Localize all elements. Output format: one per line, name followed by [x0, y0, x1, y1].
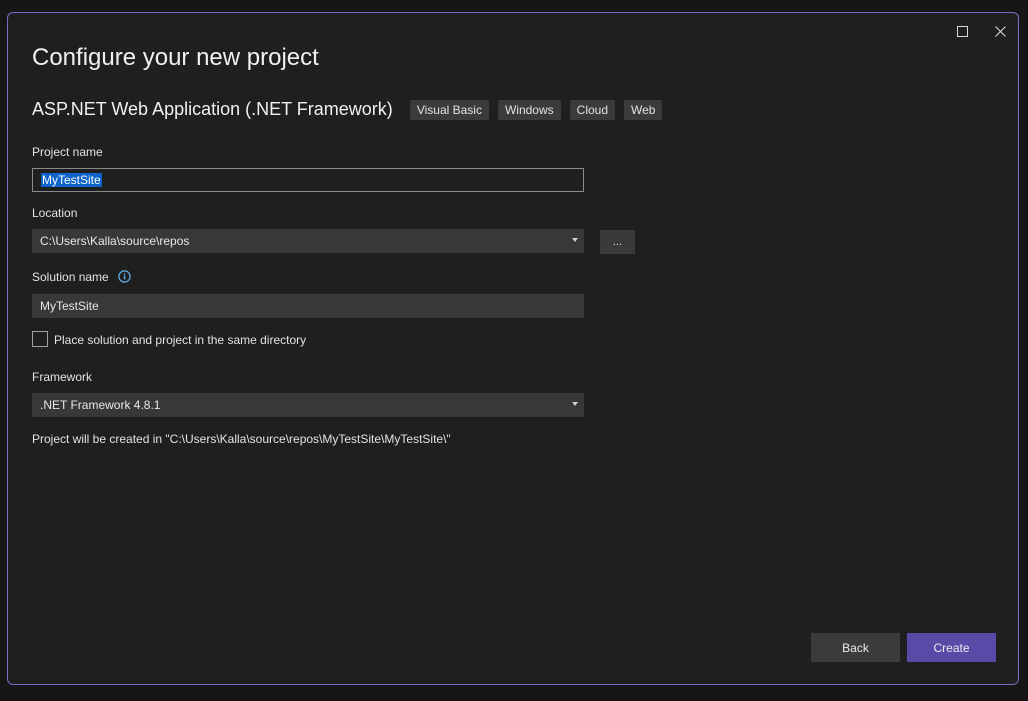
location-combobox[interactable]: C:\Users\Kalla\source\repos [32, 229, 584, 253]
framework-label: Framework [32, 370, 93, 384]
template-name: ASP.NET Web Application (.NET Framework) [32, 99, 393, 119]
tag-windows: Windows [497, 99, 561, 120]
tag-cloud: Cloud [569, 99, 616, 120]
info-icon[interactable] [118, 270, 131, 284]
project-path-note: Project will be created in "C:\Users\Kal… [32, 432, 451, 446]
browse-button[interactable]: ... [600, 230, 635, 254]
solution-name-label: Solution name [32, 270, 109, 284]
framework-value: .NET Framework 4.8.1 [40, 398, 161, 412]
project-name-input[interactable]: MyTestSite [32, 168, 584, 192]
back-button[interactable]: Back [811, 633, 900, 662]
tag-web: Web [624, 99, 663, 120]
create-button[interactable]: Create [907, 633, 996, 662]
configure-project-dialog: Configure your new project ASP.NET Web A… [7, 12, 1019, 685]
same-directory-checkbox[interactable] [32, 331, 48, 347]
page-title: Configure your new project [32, 44, 319, 71]
template-header: ASP.NET Web Application (.NET Framework)… [32, 99, 671, 120]
maximize-button[interactable] [947, 19, 977, 43]
location-value: C:\Users\Kalla\source\repos [40, 234, 190, 248]
maximize-icon [956, 25, 968, 37]
solution-name-input[interactable]: MyTestSite [32, 294, 584, 318]
tag-visual-basic: Visual Basic [409, 99, 489, 120]
chevron-down-icon[interactable] [572, 238, 578, 242]
close-button[interactable] [985, 19, 1015, 43]
location-label: Location [32, 206, 78, 220]
same-directory-label[interactable]: Place solution and project in the same d… [54, 333, 306, 347]
project-name-label: Project name [32, 145, 103, 159]
solution-name-value: MyTestSite [40, 299, 99, 313]
solution-name-label-row: Solution name [32, 270, 131, 284]
framework-select[interactable]: .NET Framework 4.8.1 [32, 393, 584, 417]
chevron-down-icon[interactable] [572, 402, 578, 406]
close-icon [994, 25, 1006, 37]
project-name-value: MyTestSite [41, 173, 102, 187]
